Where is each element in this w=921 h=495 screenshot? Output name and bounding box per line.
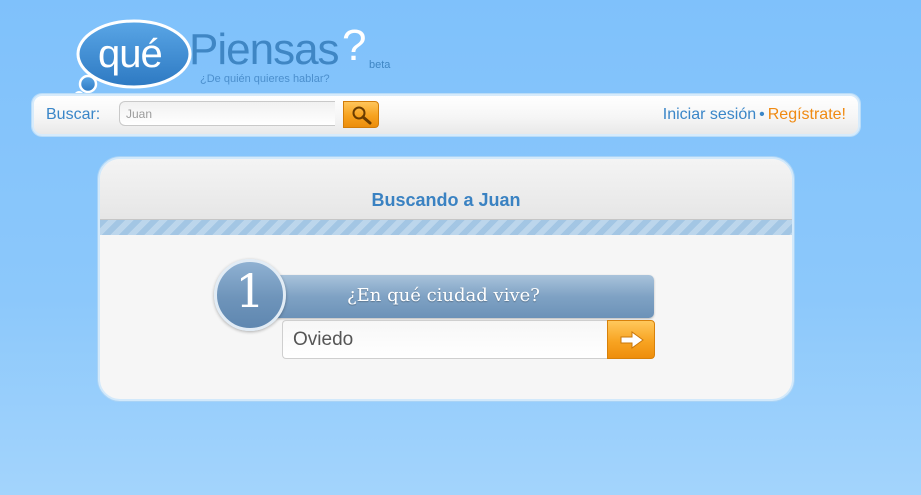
- search-panel: Buscando a Juan ¿En qué ciudad vive? 1: [98, 157, 794, 401]
- logo-que-text: qué: [98, 32, 163, 76]
- panel-divider-stripe: [100, 220, 792, 235]
- question-banner: ¿En qué ciudad vive?: [257, 275, 654, 318]
- top-search-bar: Buscar: Iniciar sesión•Regístrate!: [32, 94, 860, 136]
- logo-piensas-text: Piensas: [189, 25, 340, 74]
- submit-answer-button[interactable]: [607, 320, 655, 359]
- question-text: ¿En qué ciudad vive?: [347, 285, 540, 306]
- site-logo[interactable]: qué Piensas ? beta ¿De quién quieres hab…: [74, 14, 394, 104]
- logo-question-mark: ?: [342, 21, 367, 70]
- city-answer-input[interactable]: [282, 320, 608, 359]
- logo-tagline: ¿De quién quieres hablar?: [200, 73, 330, 85]
- search-input[interactable]: [119, 101, 335, 126]
- auth-links: Iniciar sesión • Regístrate!: [663, 106, 846, 124]
- panel-header: Buscando a Juan: [100, 159, 792, 220]
- login-link[interactable]: Iniciar sesión: [663, 106, 756, 123]
- beta-badge: beta: [369, 59, 391, 71]
- arrow-right-icon: [620, 331, 644, 349]
- step-number-badge: 1: [214, 259, 286, 331]
- step-number: 1: [235, 264, 265, 318]
- panel-title: Buscando a Juan: [371, 190, 521, 210]
- search-button[interactable]: [343, 101, 379, 128]
- search-label: Buscar:: [46, 106, 101, 123]
- register-link[interactable]: Regístrate!: [768, 106, 846, 123]
- link-separator: •: [759, 106, 765, 123]
- magnifier-icon: [352, 106, 372, 125]
